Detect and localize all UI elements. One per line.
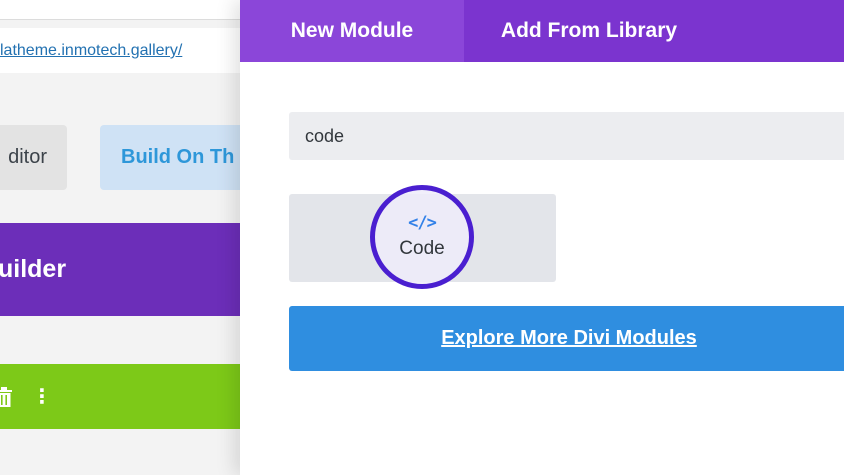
modal-tab-bar: New Module Add From Library — [240, 0, 844, 62]
explore-modules-label: Explore More Divi Modules — [441, 327, 697, 349]
module-search-input[interactable] — [289, 112, 844, 160]
site-url-link[interactable]: latheme.inmotech.gallery/ — [0, 42, 250, 60]
tab-add-from-library[interactable]: Add From Library — [464, 0, 714, 62]
builder-banner-label: uilder — [0, 255, 67, 283]
code-module-highlight[interactable]: </> Code — [370, 185, 474, 289]
background-page: latheme.inmotech.gallery/ ditor Build On… — [0, 0, 250, 475]
add-module-modal: New Module Add From Library </> Code Exp… — [240, 0, 844, 475]
build-on-button[interactable]: Build On Th — [100, 125, 250, 190]
more-dots-icon[interactable]: ⋮ — [32, 387, 52, 407]
code-module-label: Code — [399, 238, 445, 259]
explore-modules-button[interactable]: Explore More Divi Modules — [289, 306, 844, 371]
tab-new-module[interactable]: New Module — [240, 0, 464, 62]
background-topbar — [0, 0, 250, 20]
editor-button[interactable]: ditor — [0, 125, 67, 190]
code-brackets-icon: </> — [408, 213, 437, 233]
row-toolbar: ⋮ — [0, 364, 250, 429]
builder-banner[interactable]: uilder — [0, 223, 250, 316]
trash-icon[interactable] — [0, 386, 16, 408]
